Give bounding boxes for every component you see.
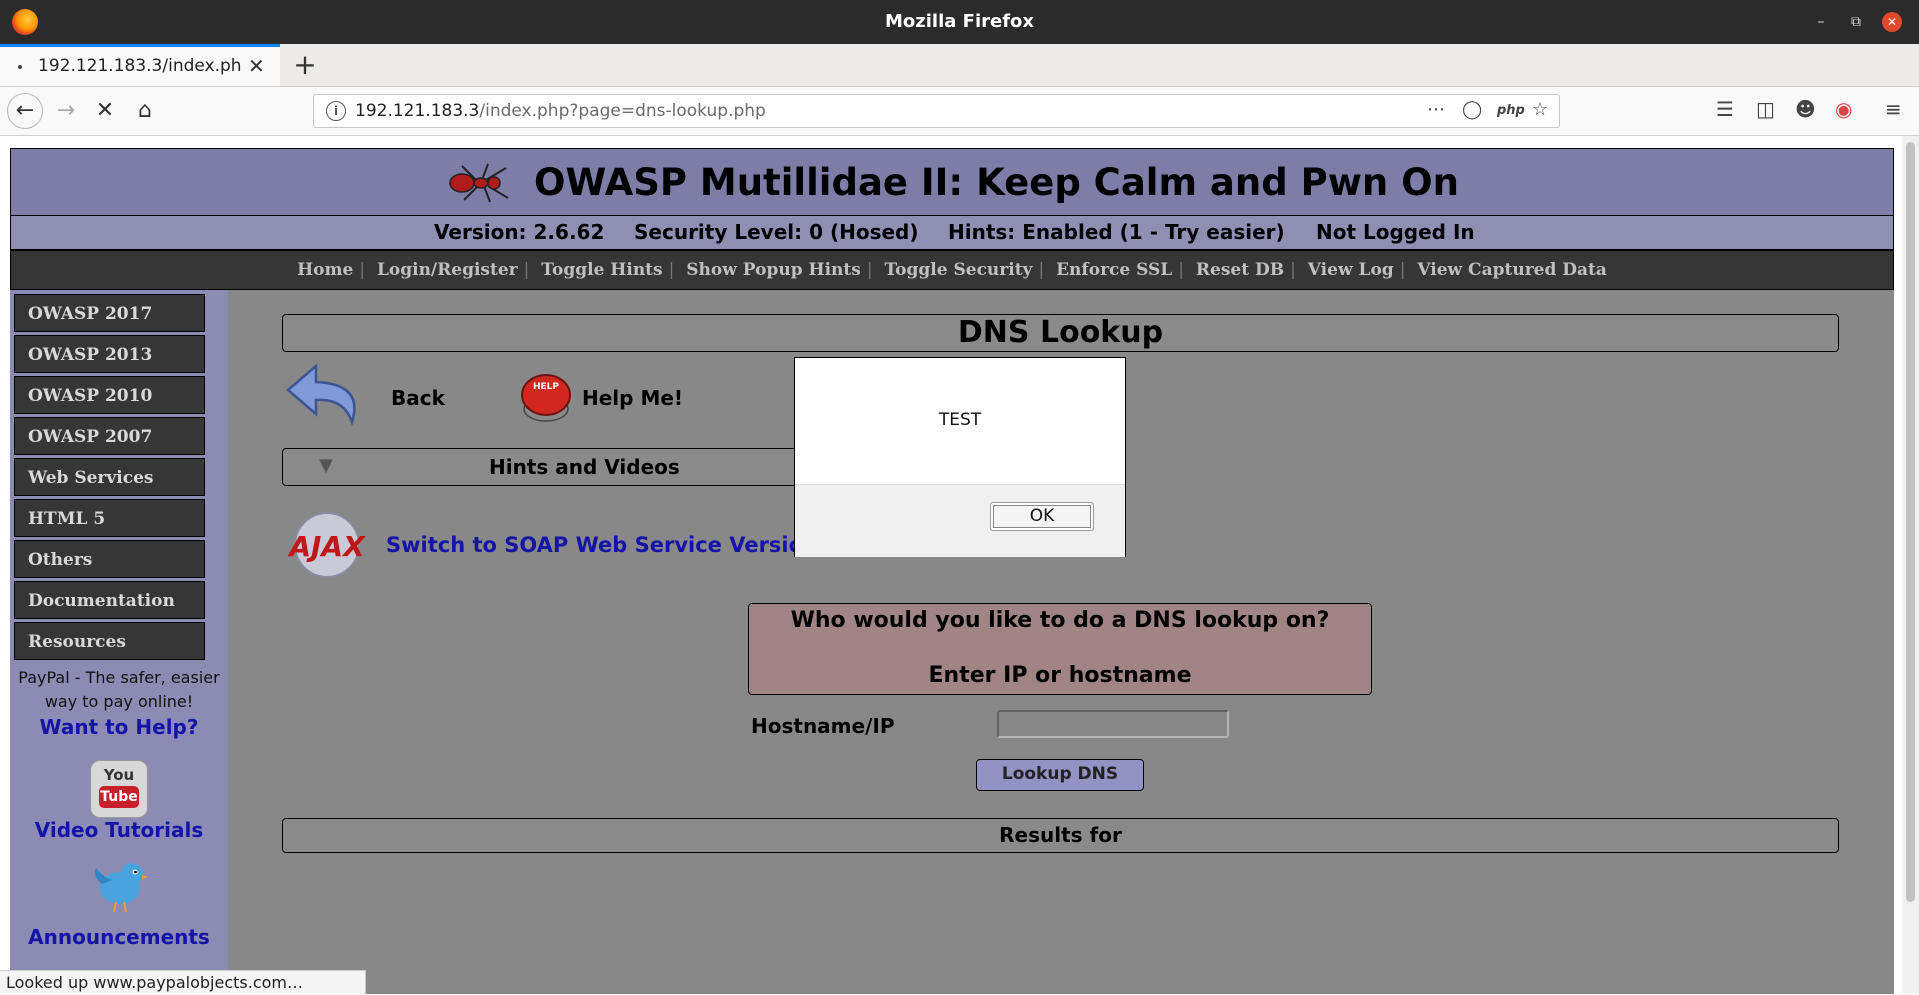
hints-and-videos-label: Hints and Videos: [489, 455, 680, 479]
page-title: DNS Lookup: [282, 314, 1839, 352]
navigation-toolbar: ← → ✕ ⌂ i 192.121.183.3/index.php?page=d…: [0, 87, 1919, 136]
alert-message: TEST: [938, 410, 982, 430]
hostname-input[interactable]: [997, 710, 1229, 738]
close-window-icon[interactable]: ✕: [1882, 12, 1902, 32]
restore-icon[interactable]: ⧉: [1846, 12, 1866, 32]
hostname-label: Hostname/IP: [751, 714, 895, 738]
site-header: OWASP Mutillidae II: Keep Calm and Pwn O…: [10, 148, 1894, 216]
alert-dialog: TEST OK: [794, 357, 1126, 557]
status-line: Version: 2.6.62 Security Level: 0 (Hosed…: [10, 216, 1894, 250]
hints-status-text: Hints: Enabled (1 - Try easier): [948, 220, 1285, 244]
video-tutorials-link[interactable]: Video Tutorials: [10, 818, 228, 842]
help-badge-text: HELP: [533, 382, 559, 392]
ajax-logo-text: AJAX: [287, 530, 366, 563]
sidebar-toggle-icon[interactable]: ◫: [1756, 97, 1775, 121]
sidebar-item-owasp-2017[interactable]: OWASP 2017: [14, 294, 205, 332]
stop-loading-icon[interactable]: ✕: [89, 95, 121, 127]
vertical-scrollbar[interactable]: [1902, 136, 1919, 994]
sidebar-item-owasp-2013[interactable]: OWASP 2013: [14, 335, 205, 373]
window-title: Mozilla Firefox: [884, 11, 1035, 32]
switch-to-soap-link[interactable]: Switch to SOAP Web Service Version: [386, 533, 818, 557]
new-tab-icon[interactable]: +: [290, 48, 320, 81]
paypal-text-line1: PayPal - The safer, easier: [18, 668, 220, 687]
login-status-text: Not Logged In: [1316, 220, 1475, 244]
sidebar-item-resources[interactable]: Resources: [14, 622, 205, 660]
mutillidae-page: OWASP Mutillidae II: Keep Calm and Pwn O…: [10, 148, 1894, 994]
menu-toggle-security[interactable]: Toggle Security: [884, 260, 1032, 280]
announcements-link[interactable]: Announcements: [10, 925, 228, 949]
paypal-text-line2: way to pay online!: [44, 692, 194, 711]
left-sidebar: OWASP 2017 OWASP 2013 OWASP 2010 OWASP 2…: [10, 290, 229, 994]
results-for-bar: Results for: [282, 818, 1839, 853]
hamburger-menu-icon[interactable]: ≡: [1885, 97, 1902, 121]
sidebar-item-web-services[interactable]: Web Services: [14, 458, 205, 496]
lookup-hint: Enter IP or hostname: [928, 663, 1192, 688]
page-actions-icon[interactable]: ⋯: [1427, 99, 1445, 120]
menu-home[interactable]: Home: [297, 260, 353, 280]
down-arrow-icon: ▼: [319, 455, 333, 476]
forward-icon[interactable]: →: [50, 95, 82, 127]
help-me-link[interactable]: Help Me!: [582, 386, 683, 410]
account-icon[interactable]: ☻: [1795, 97, 1816, 121]
scrollbar-thumb[interactable]: [1906, 142, 1915, 902]
want-to-help-link[interactable]: Want to Help?: [10, 715, 228, 739]
ant-logo-icon: [449, 163, 509, 203]
url-path: /index.php?page=dns-lookup.php: [479, 101, 766, 121]
help-button-icon[interactable]: HELP: [518, 369, 574, 425]
menu-reset-db[interactable]: Reset DB: [1196, 260, 1284, 280]
youtube-you-text: You: [103, 766, 135, 784]
back-arrow-icon[interactable]: [286, 362, 366, 434]
extension-blocker-icon[interactable]: ◉: [1835, 97, 1852, 121]
dns-lookup-prompt-box: Who would you like to do a DNS lookup on…: [748, 603, 1372, 695]
menu-view-log[interactable]: View Log: [1308, 260, 1394, 280]
lookup-question: Who would you like to do a DNS lookup on…: [790, 608, 1330, 633]
minimize-icon[interactable]: –: [1811, 12, 1831, 32]
php-extension-icon[interactable]: php: [1497, 103, 1525, 118]
menu-view-captured-data[interactable]: View Captured Data: [1417, 260, 1607, 280]
youtube-icon[interactable]: You Tube: [90, 760, 148, 818]
back-icon[interactable]: ←: [7, 93, 43, 129]
tab-dns-lookup[interactable]: 192.121.183.3/index.php?page=dns-lookup.…: [0, 44, 280, 86]
bookmark-star-icon[interactable]: ☆: [1532, 99, 1548, 120]
ok-button[interactable]: OK: [990, 502, 1094, 531]
site-info-icon[interactable]: i: [326, 101, 346, 121]
tab-label: 192.121.183.3/index.php?page=dns-lookup.…: [38, 56, 243, 76]
window-titlebar: Mozilla Firefox – ⧉ ✕: [0, 0, 1919, 44]
ajax-logo-icon[interactable]: AJAX: [286, 510, 368, 580]
sidebar-item-html5[interactable]: HTML 5: [14, 499, 205, 537]
youtube-tube-text: Tube: [99, 786, 139, 808]
tab-strip: 192.121.183.3/index.php?page=dns-lookup.…: [0, 44, 1919, 87]
library-icon[interactable]: ☰: [1716, 97, 1734, 121]
sidebar-item-documentation[interactable]: Documentation: [14, 581, 205, 619]
menu-enforce-ssl[interactable]: Enforce SSL: [1056, 260, 1172, 280]
menu-show-popup-hints[interactable]: Show Popup Hints: [686, 260, 861, 280]
version-text: Version: 2.6.62: [434, 220, 605, 244]
sidebar-item-owasp-2010[interactable]: OWASP 2010: [14, 376, 205, 414]
twitter-bird-icon[interactable]: [90, 856, 148, 914]
page-viewport: OWASP Mutillidae II: Keep Calm and Pwn O…: [0, 136, 1902, 994]
lookup-dns-button[interactable]: Lookup DNS: [976, 759, 1144, 791]
home-icon[interactable]: ⌂: [129, 95, 161, 127]
close-tab-icon[interactable]: ✕: [248, 54, 265, 78]
sidebar-item-others[interactable]: Others: [14, 540, 205, 578]
url-host: 192.121.183.3: [355, 101, 480, 121]
site-title: OWASP Mutillidae II: Keep Calm and Pwn O…: [534, 161, 1459, 204]
loading-dot-icon: [18, 65, 22, 69]
pocket-icon[interactable]: ◯: [1462, 99, 1482, 120]
url-text[interactable]: 192.121.183.3/index.php?page=dns-lookup.…: [355, 101, 766, 121]
status-bar: Looked up www.paypalobjects.com…: [0, 970, 366, 994]
back-link[interactable]: Back: [391, 386, 445, 410]
address-bar[interactable]: i 192.121.183.3/index.php?page=dns-looku…: [313, 94, 1560, 128]
top-menu: Home | Login/Register | Toggle Hints | Show…: [10, 250, 1894, 290]
menu-login-register[interactable]: Login/Register: [377, 260, 518, 280]
alert-footer: OK: [795, 484, 1125, 557]
security-level-text: Security Level: 0 (Hosed): [634, 220, 919, 244]
menu-toggle-hints[interactable]: Toggle Hints: [541, 260, 662, 280]
sidebar-item-owasp-2007[interactable]: OWASP 2007: [14, 417, 205, 455]
